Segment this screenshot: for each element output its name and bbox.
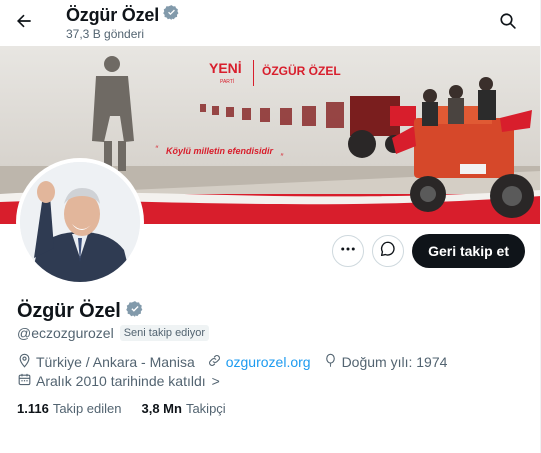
profile-handle: @eczozgurozel bbox=[17, 325, 114, 341]
joined-text: Aralık 2010 tarihinde katıldı bbox=[36, 373, 206, 389]
followers-stat[interactable]: 3,8 Mn Takipçi bbox=[141, 401, 225, 416]
avatar-image bbox=[20, 162, 140, 282]
balloon-icon bbox=[323, 353, 338, 371]
website-item[interactable]: ozgurozel.org bbox=[207, 353, 311, 371]
banner-name-text: ÖZGÜR ÖZEL bbox=[262, 63, 341, 78]
followers-label: Takipçi bbox=[185, 401, 226, 416]
followers-count: 3,8 Mn bbox=[141, 401, 182, 416]
location-text: Türkiye / Ankara - Manisa bbox=[36, 354, 195, 370]
website-link[interactable]: ozgurozel.org bbox=[226, 354, 311, 370]
follow-stats: 1.116 Takip edilen 3,8 Mn Takipçi bbox=[17, 401, 226, 416]
joined-item: Aralık 2010 tarihinde katıldı > bbox=[17, 372, 220, 390]
header-title-row: Özgür Özel bbox=[66, 4, 180, 26]
back-button[interactable] bbox=[10, 9, 38, 37]
handle-row: @eczozgurozel Seni takip ediyor bbox=[17, 325, 210, 341]
arrow-left-icon bbox=[14, 11, 34, 36]
profile-actions: Geri takip et bbox=[332, 234, 525, 268]
more-button[interactable] bbox=[332, 235, 365, 267]
follows-you-badge: Seni takip ediyor bbox=[119, 325, 210, 341]
banner-logo-sub: PARTİ bbox=[220, 78, 234, 85]
profile-header-bar: Özgür Özel 37,3 B gönderi bbox=[0, 0, 541, 45]
profile-name-row: Özgür Özel bbox=[17, 300, 144, 323]
banner-slogan: Köylü milletin efendisidir bbox=[166, 146, 274, 156]
follow-back-button[interactable]: Geri takip et bbox=[412, 234, 525, 268]
joined-chevron[interactable]: > bbox=[212, 373, 220, 389]
birthday-text: Doğum yılı: 1974 bbox=[341, 354, 448, 370]
following-label: Takip edilen bbox=[52, 401, 122, 416]
message-button[interactable] bbox=[372, 235, 405, 267]
header-name: Özgür Özel bbox=[66, 4, 160, 25]
banner-logo-text: YENİ bbox=[209, 60, 242, 76]
profile-name: Özgür Özel bbox=[17, 300, 121, 322]
location-pin-icon bbox=[17, 353, 32, 371]
following-count: 1.116 bbox=[17, 401, 49, 416]
message-icon bbox=[379, 240, 397, 263]
search-button[interactable] bbox=[494, 9, 522, 37]
following-stat[interactable]: 1.116 Takip edilen bbox=[17, 401, 121, 416]
more-horizontal-icon bbox=[339, 240, 357, 263]
profile-avatar[interactable] bbox=[16, 158, 144, 286]
search-icon bbox=[499, 12, 517, 35]
posts-count: 37,3 B gönderi bbox=[66, 27, 145, 41]
link-icon bbox=[207, 353, 222, 371]
profile-meta-row: Türkiye / Ankara - Manisa ozgurozel.org … bbox=[17, 353, 459, 371]
joined-row: Aralık 2010 tarihinde katıldı > bbox=[17, 372, 232, 390]
calendar-icon bbox=[17, 372, 32, 390]
birthday-item: Doğum yılı: 1974 bbox=[323, 353, 448, 371]
verified-badge-icon bbox=[163, 4, 180, 26]
location-item: Türkiye / Ankara - Manisa bbox=[17, 353, 195, 371]
verified-badge-icon[interactable] bbox=[125, 300, 144, 323]
